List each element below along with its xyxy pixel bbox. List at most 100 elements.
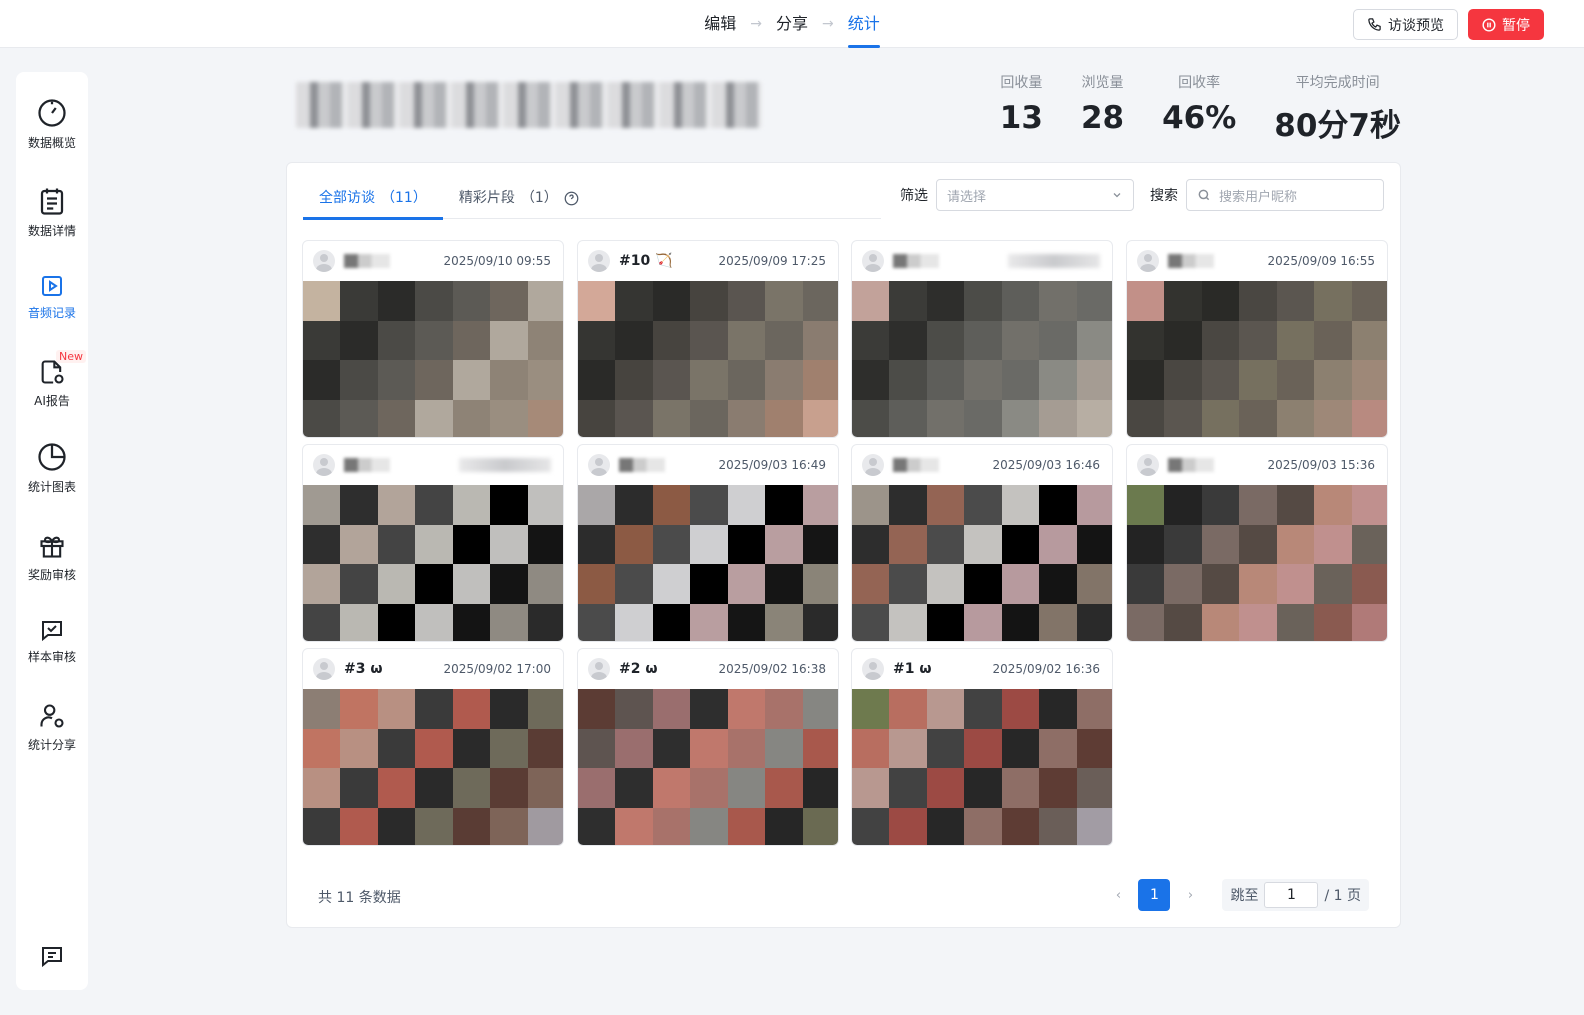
card-user-name [893,254,939,268]
video-thumbnail[interactable] [303,485,563,641]
thumbnail-pixel [1351,524,1387,564]
sidebar-item-stat-charts[interactable]: 统计图表 [16,442,88,495]
card-user-name: #10 🏹 [619,253,673,269]
thumbnail-pixel [303,689,341,729]
tab-all-interviews[interactable]: 全部访谈 （11） [303,177,443,220]
thumbnail-pixel [578,360,616,400]
video-thumbnail[interactable] [852,485,1112,641]
thumbnail-pixel [615,320,653,360]
interview-card[interactable] [302,444,564,642]
sidebar-item-stat-share[interactable]: 统计分享 [16,702,88,753]
thumbnail-pixel [1314,360,1352,400]
thumbnail-pixel [415,728,453,768]
arrow-right-icon: → [822,16,834,32]
interview-card[interactable] [851,240,1113,438]
thumbnail-pixel [1001,320,1040,360]
interview-card[interactable]: 2025/09/03 16:46 [851,444,1113,642]
thumbnail-pixel [765,807,803,845]
thumbnail-pixel [615,399,653,437]
step-edit[interactable]: 编辑 [704,0,736,48]
card-header: #2 ω 2025/09/02 16:38 [578,649,838,689]
thumbnail-pixel [889,320,927,360]
video-thumbnail[interactable] [303,689,563,845]
play-square-icon [42,276,62,296]
feedback-button[interactable] [40,944,64,972]
total-count: 共 11 条数据 [318,890,401,906]
thumbnail-pixel [926,728,965,768]
thumbnail-pixel [964,728,1002,768]
thumbnail-pixel [578,603,616,641]
video-thumbnail[interactable] [578,689,838,845]
video-thumbnail[interactable] [578,485,838,641]
total-pages: / 1 页 [1324,888,1361,904]
thumbnail-pixel [1276,603,1315,641]
thumbnail-pixel [1076,768,1112,808]
filter-select[interactable]: 请选择 [936,179,1134,211]
avatar [588,658,610,680]
sidebar-item-data-detail[interactable]: 数据详情 [16,186,88,239]
interview-card[interactable]: #3 ω 2025/09/02 17:00 [302,648,564,846]
sidebar-item-sample-review[interactable]: 样本审核 [16,618,88,665]
jump-input[interactable]: 1 [1264,882,1319,908]
interview-card[interactable]: #2 ω 2025/09/02 16:38 [577,648,839,846]
video-thumbnail[interactable] [1127,281,1387,437]
next-page-icon[interactable]: › [1182,888,1198,903]
thumbnail-pixel [652,689,691,729]
thumbnail-pixel [964,320,1002,360]
prev-page-icon[interactable]: ‹ [1110,888,1126,903]
thumbnail-pixel [490,320,528,360]
thumbnail-pixel [303,281,341,321]
interview-panel: 全部访谈 （11） 精彩片段 （1） 筛选 请选择 搜索 搜索用户昵称 2025/0… [286,162,1401,928]
thumbnail-pixel [964,399,1002,437]
thumbnail-pixel [690,485,728,525]
card-user-name [344,254,390,268]
video-thumbnail[interactable] [852,281,1112,437]
card-timestamp: 2025/09/02 16:36 [992,662,1100,676]
tab-highlights[interactable]: 精彩片段 （1） [443,177,595,219]
thumbnail-pixel [377,603,416,641]
thumbnail-pixel [490,768,528,808]
thumbnail-pixel [652,768,691,808]
interview-preview-button[interactable]: 访谈预览 [1353,9,1458,40]
thumbnail-pixel [1127,360,1165,400]
video-thumbnail[interactable] [1127,485,1387,641]
sidebar-item-label: 统计分享 [27,738,76,752]
pause-button[interactable]: 暂停 [1468,9,1544,40]
thumbnail-pixel [303,768,341,808]
video-thumbnail[interactable] [578,281,838,437]
thumbnail-pixel [527,564,563,604]
interview-card[interactable]: 2025/09/09 16:55 [1126,240,1388,438]
video-thumbnail[interactable] [852,689,1112,845]
interview-card[interactable]: 2025/09/10 09:55 [302,240,564,438]
thumbnail-pixel [340,768,378,808]
interview-card[interactable]: 2025/09/03 16:49 [577,444,839,642]
interview-card[interactable]: #1 ω 2025/09/02 16:36 [851,648,1113,846]
thumbnail-pixel [452,485,491,525]
thumbnail-pixel [340,360,378,400]
search-input[interactable]: 搜索用户昵称 [1186,179,1384,211]
avatar [1137,250,1159,272]
video-thumbnail[interactable] [303,281,563,437]
step-share[interactable]: 分享 [776,0,808,48]
interview-card[interactable]: 2025/09/03 15:36 [1126,444,1388,642]
card-header: 2025/09/10 09:55 [303,241,563,281]
thumbnail-pixel [415,603,453,641]
thumbnail-pixel [852,603,890,641]
thumbnail-pixel [1239,564,1277,604]
thumbnail-pixel [1201,360,1240,400]
sidebar-item-data-overview[interactable]: 数据概览 [16,98,88,151]
thumbnail-pixel [527,524,563,564]
page-number[interactable]: 1 [1138,879,1171,911]
thumbnail-pixel [340,399,378,437]
sidebar-item-ai-report[interactable]: New AI报告 [16,350,88,409]
thumbnail-pixel [1201,320,1240,360]
thumbnail-pixel [377,728,416,768]
sidebar-item-audio-records[interactable]: 音频记录 [16,274,88,321]
thumbnail-pixel [1201,603,1240,641]
interview-card[interactable]: #10 🏹 2025/09/09 17:25 [577,240,839,438]
help-circle-icon[interactable] [564,191,579,206]
sidebar-item-reward-review[interactable]: 奖励审核 [16,532,88,583]
thumbnail-pixel [1001,768,1040,808]
thumbnail-pixel [527,485,563,525]
step-stats[interactable]: 统计 [847,0,880,48]
